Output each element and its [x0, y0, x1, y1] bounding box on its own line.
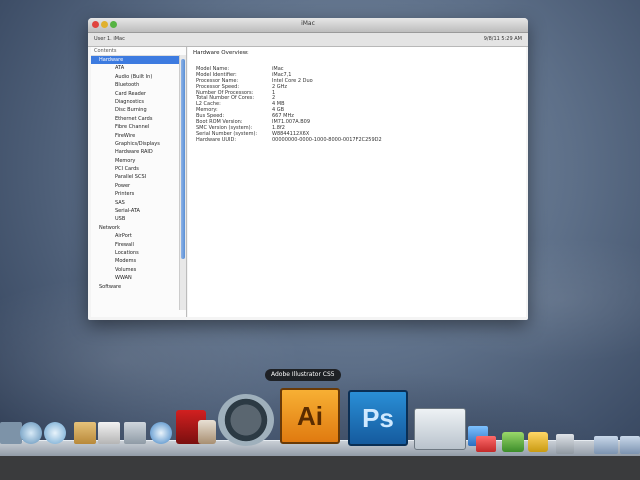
preview-app-icon[interactable]	[124, 422, 146, 444]
overview-key: Hardware UUID:	[196, 136, 237, 143]
sidebar-item[interactable]: ATA	[91, 64, 186, 72]
app-icon[interactable]	[476, 436, 496, 452]
sidebar-item[interactable]: Card Reader	[91, 90, 186, 98]
sidebar-item[interactable]: Modems	[91, 257, 186, 265]
sidebar-item[interactable]: Volumes	[91, 266, 186, 274]
overview-heading: Hardware Overview:	[193, 50, 249, 56]
sidebar-header: Contents	[91, 47, 186, 56]
sidebar-item[interactable]: Serial-ATA	[91, 207, 186, 215]
ical-icon[interactable]	[98, 422, 120, 444]
scroll-thumb[interactable]	[181, 59, 185, 259]
messenger-icon[interactable]	[502, 432, 524, 452]
overview-row: Hardware UUID: 00000000-0000-1000-8000-00…	[196, 136, 382, 144]
finder-icon[interactable]	[0, 422, 22, 444]
sidebar-item[interactable]: FireWire	[91, 132, 186, 140]
sidebar-item[interactable]: Diagnostics	[91, 98, 186, 106]
sidebar-item[interactable]: Audio (Built In)	[91, 73, 186, 81]
app-icon[interactable]	[528, 432, 548, 452]
sidebar-item[interactable]: Bluetooth	[91, 81, 186, 89]
folder-icon[interactable]	[594, 436, 618, 454]
sidebar-item[interactable]: USB	[91, 215, 186, 223]
sidebar-category[interactable]: Hardware	[91, 56, 186, 65]
sidebar-item[interactable]: WWAN	[91, 274, 186, 282]
detail-pane: Hardware Overview: Model Name: iMac Model …	[188, 47, 526, 317]
window-titlebar[interactable]: iMac	[88, 18, 528, 33]
illustrator-icon[interactable]: Ai	[280, 388, 340, 444]
address-book-icon[interactable]	[74, 422, 96, 444]
sidebar-category[interactable]: Network	[91, 224, 186, 232]
dashboard-icon[interactable]	[20, 422, 42, 444]
sidebar-item[interactable]: Locations	[91, 249, 186, 257]
sidebar-item[interactable]: Disc Burning	[91, 106, 186, 114]
sidebar-item[interactable]: Firewall	[91, 241, 186, 249]
overview-value: 00000000-0000-1000-8000-0017F2C259D2	[272, 136, 382, 143]
dvd-player-icon[interactable]	[198, 420, 216, 444]
system-preferences-icon[interactable]	[414, 408, 466, 450]
sidebar-item[interactable]: SAS	[91, 199, 186, 207]
sidebar-scrollbar[interactable]	[179, 55, 186, 310]
time-machine-icon[interactable]	[218, 394, 274, 446]
sidebar-item[interactable]: Printers	[91, 190, 186, 198]
photoshop-icon[interactable]: Ps	[348, 390, 408, 446]
path-label: User 1. iMac	[94, 36, 125, 42]
overview-table: Model Name: iMac Model Identifier: iMac7,1 P…	[196, 66, 382, 144]
app-icon[interactable]	[556, 434, 574, 454]
safari-icon[interactable]	[44, 422, 66, 444]
sidebar-item[interactable]: Memory	[91, 157, 186, 165]
folder-icon[interactable]	[620, 436, 640, 454]
sidebar-item[interactable]: Ethernet Cards	[91, 115, 186, 123]
sidebar-item[interactable]: PCI Cards	[91, 165, 186, 173]
sidebar-item[interactable]: Power	[91, 182, 186, 190]
window-title: iMac	[301, 20, 315, 27]
sidebar-item[interactable]: Parallel SCSI	[91, 173, 186, 181]
system-profiler-window: iMac User 1. iMac 9/8/11 5:29 AM Content…	[88, 18, 528, 320]
sidebar-category[interactable]: Software	[91, 283, 186, 291]
contents-sidebar: Contents Hardware ATA Audio (Built In) Blue…	[91, 47, 187, 317]
sidebar-item[interactable]: Graphics/Displays	[91, 140, 186, 148]
date-label: 9/8/11 5:29 AM	[483, 36, 522, 42]
sidebar-item[interactable]: AirPort	[91, 232, 186, 240]
itunes-icon[interactable]	[150, 422, 172, 444]
sidebar-item[interactable]: Fibre Channel	[91, 123, 186, 131]
sidebar-item[interactable]: Hardware RAID	[91, 148, 186, 156]
monitor-bezel	[0, 456, 640, 480]
dock-tooltip: Adobe Illustrator CS5	[265, 369, 341, 381]
path-bar: User 1. iMac 9/8/11 5:29 AM	[88, 33, 528, 47]
sidebar-list: Hardware ATA Audio (Built In) Bluetooth Card…	[91, 56, 186, 291]
